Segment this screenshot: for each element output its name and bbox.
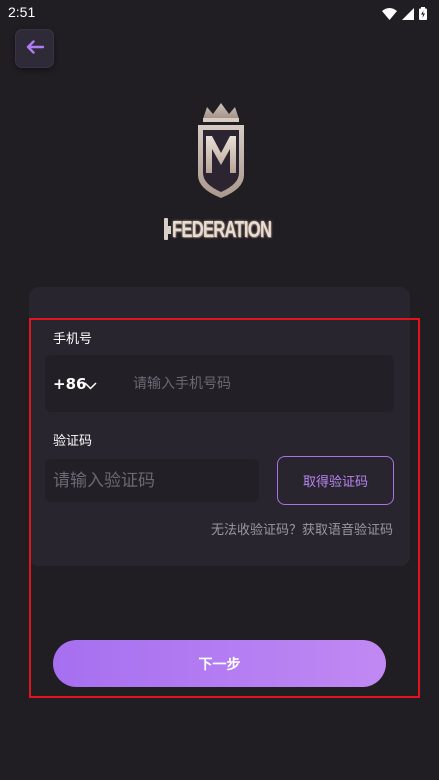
cellular-signal-icon — [402, 5, 414, 24]
back-button[interactable] — [16, 30, 53, 67]
logo-mark-icon — [164, 218, 171, 240]
logo-emblem — [191, 103, 251, 198]
arrow-left-icon — [26, 39, 44, 58]
status-time: 2:51 — [8, 4, 36, 20]
status-bar: 2:51 — [0, 0, 439, 26]
battery-icon — [419, 5, 427, 24]
brand-name: FEDERATION — [172, 215, 272, 242]
wifi-icon — [382, 5, 397, 24]
status-icons — [382, 5, 427, 24]
logo-wordmark: FEDERATION — [164, 212, 280, 246]
highlight-box — [29, 318, 420, 698]
login-screen: 2:51 FEDERATION 手机号 +86 请输入手机号码 验证码 请输入验… — [0, 0, 439, 780]
